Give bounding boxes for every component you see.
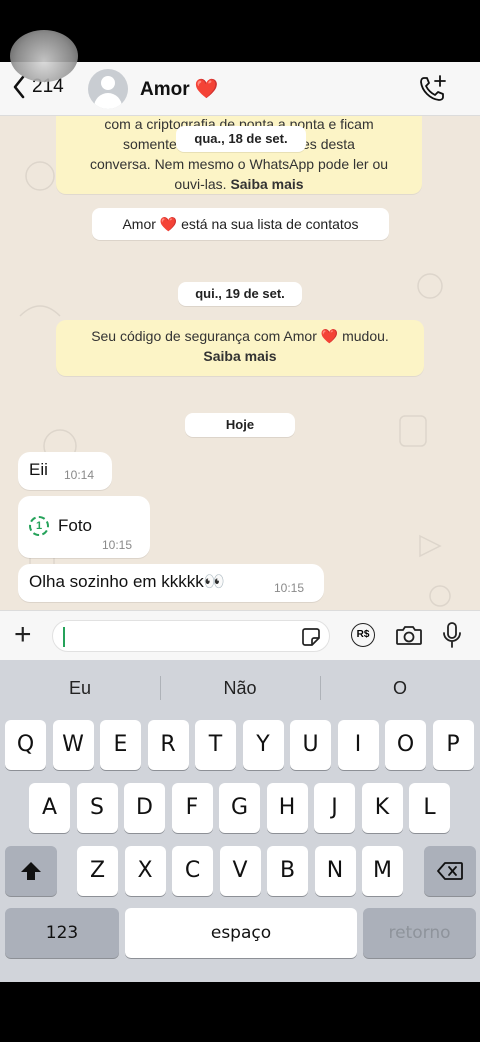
key-a[interactable]: A	[29, 783, 70, 833]
numbers-key[interactable]: 123	[5, 908, 119, 958]
attach-plus-button[interactable]: +	[14, 620, 32, 650]
suggestion[interactable]: O	[320, 660, 480, 716]
key-z[interactable]: Z	[77, 846, 118, 896]
shift-key[interactable]	[5, 846, 57, 896]
key-b[interactable]: B	[267, 846, 308, 896]
contact-list-notice: Amor ❤️ está na sua lista de contatos	[92, 208, 389, 240]
date-separator: qui., 19 de set.	[178, 282, 302, 306]
key-m[interactable]: M	[362, 846, 403, 896]
key-x[interactable]: X	[124, 846, 166, 896]
heart-emoji: ❤️	[194, 79, 219, 100]
date-separator: Hoje	[185, 413, 295, 437]
backspace-key[interactable]	[424, 846, 476, 896]
sticker-icon[interactable]	[301, 627, 321, 647]
shift-arrow-icon	[21, 862, 41, 880]
space-key[interactable]: espaço	[125, 908, 357, 958]
key-g[interactable]: G	[219, 783, 260, 833]
key-o[interactable]: O	[385, 720, 426, 770]
message-text: Foto	[58, 516, 93, 535]
payment-button[interactable]: R$	[351, 623, 375, 647]
suggestion[interactable]: Eu	[0, 660, 160, 716]
learn-more-link[interactable]: Saiba mais	[230, 176, 303, 192]
screen: 214 Amor ❤️ com a criptografia de ponta …	[0, 0, 480, 1042]
key-d[interactable]: D	[124, 783, 165, 833]
key-t[interactable]: T	[195, 720, 236, 770]
keyboard: Eu Não O QWERTYUIOP ASDFGHJKL ZXCVBNM 12…	[0, 660, 480, 982]
key-w[interactable]: W	[52, 720, 94, 770]
key-f[interactable]: F	[171, 783, 213, 833]
message-text: Olha sozinho em kkkkk👀	[29, 572, 225, 591]
message-bubble-photo[interactable]: 1 Foto 10:15	[18, 496, 150, 558]
return-key[interactable]: retorno	[363, 908, 476, 958]
message-bubble[interactable]: Olha sozinho em kkkkk👀 10:15	[18, 564, 324, 602]
key-u[interactable]: U	[290, 720, 331, 770]
key-r[interactable]: R	[147, 720, 189, 770]
camera-overlay	[10, 30, 78, 82]
message-time: 10:14	[64, 468, 95, 482]
key-c[interactable]: C	[172, 846, 213, 896]
message-bubble[interactable]: Eii 10:14	[18, 452, 112, 490]
view-once-icon: 1	[29, 516, 49, 536]
date-separator: qua., 18 de set.	[176, 126, 306, 152]
camera-icon[interactable]	[395, 623, 423, 647]
contact-name[interactable]: Amor ❤️	[140, 77, 219, 101]
message-composer: + R$	[0, 610, 480, 660]
key-v[interactable]: V	[219, 846, 261, 896]
backspace-icon	[437, 862, 463, 880]
suggestion[interactable]: Não	[160, 660, 320, 716]
learn-more-link[interactable]: Saiba mais	[203, 348, 276, 364]
avatar[interactable]	[88, 69, 128, 109]
key-e[interactable]: E	[100, 720, 141, 770]
key-l[interactable]: L	[409, 783, 450, 833]
key-n[interactable]: N	[314, 846, 356, 896]
microphone-icon[interactable]	[442, 621, 462, 649]
key-q[interactable]: Q	[5, 720, 46, 770]
text-cursor	[63, 627, 65, 647]
key-y[interactable]: Y	[242, 720, 284, 770]
message-input[interactable]	[52, 620, 330, 652]
chat-area[interactable]: com a criptografia de ponta a ponta e fi…	[0, 116, 480, 610]
message-text: Eii	[29, 460, 48, 479]
add-call-button[interactable]	[418, 74, 448, 109]
chevron-left-icon	[13, 75, 25, 99]
key-h[interactable]: H	[266, 783, 308, 833]
message-time: 10:15	[274, 581, 305, 595]
security-code-notice[interactable]: Seu código de segurança com Amor ❤️ mudo…	[56, 320, 424, 376]
key-s[interactable]: S	[76, 783, 118, 833]
key-i[interactable]: I	[337, 720, 379, 770]
key-k[interactable]: K	[361, 783, 403, 833]
key-j[interactable]: J	[314, 783, 355, 833]
home-area	[0, 982, 480, 1042]
key-p[interactable]: P	[432, 720, 474, 770]
message-time: 10:15	[102, 538, 133, 552]
phone-plus-icon	[420, 75, 446, 101]
